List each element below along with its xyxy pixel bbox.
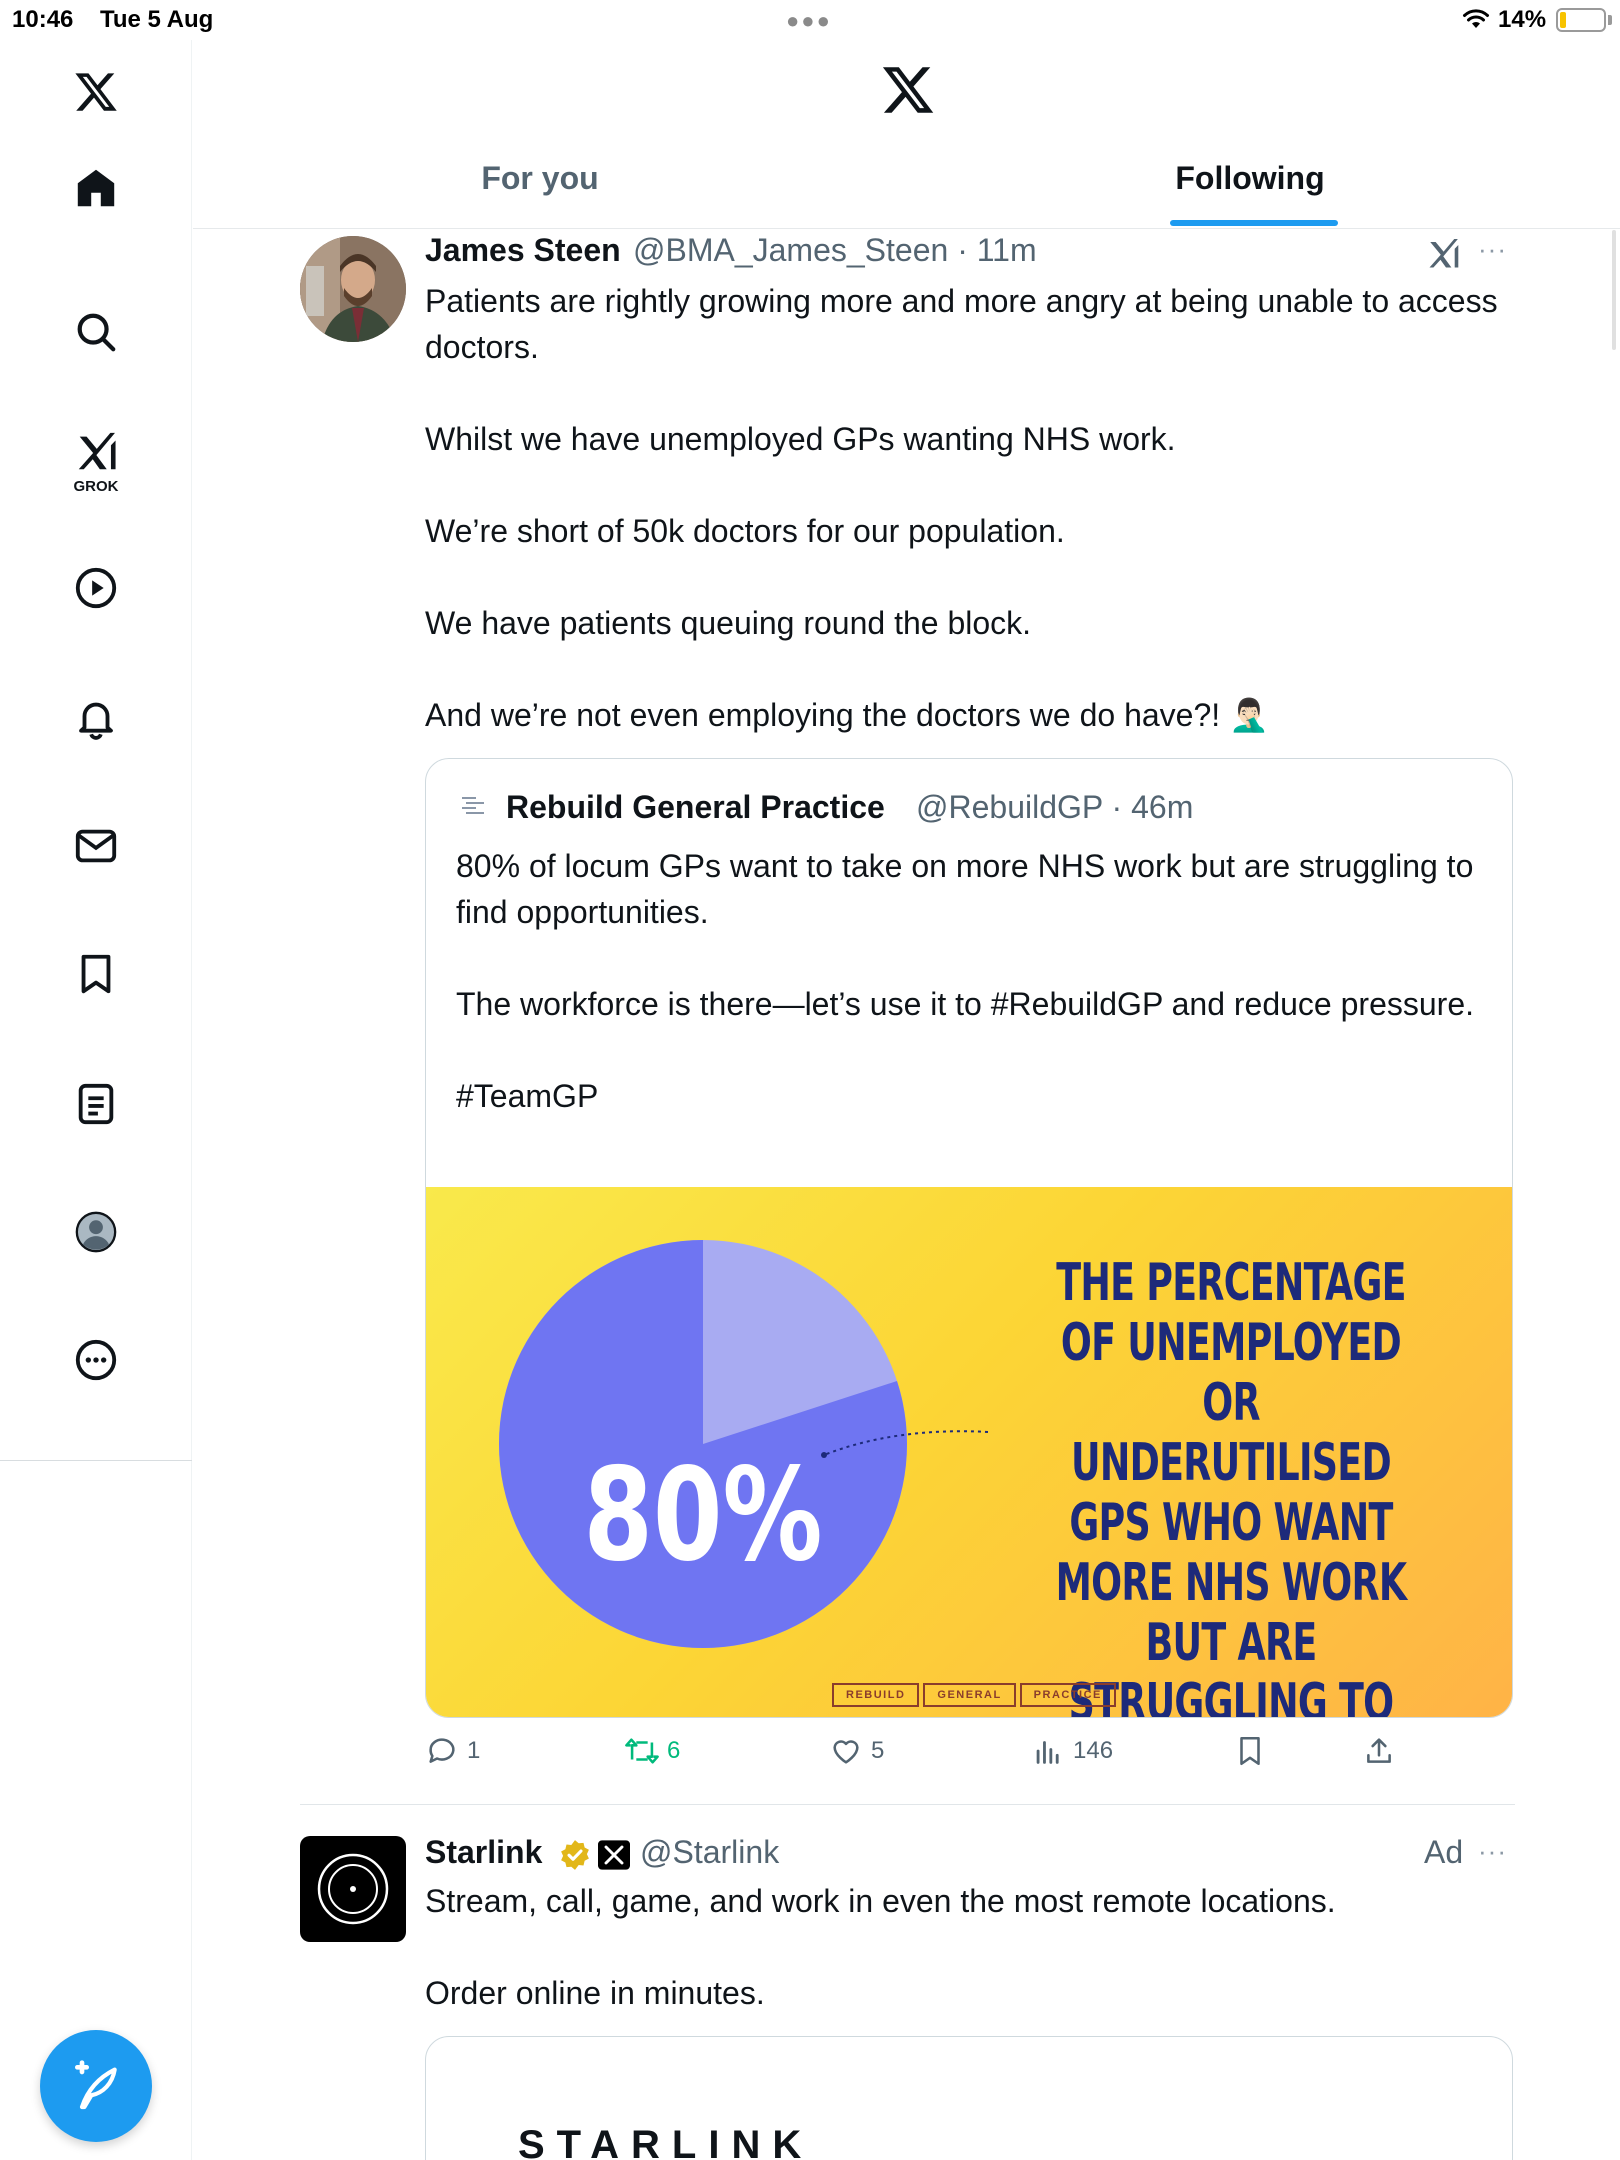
tweet-author-avatar[interactable]	[300, 236, 406, 342]
sidebar-divider	[0, 1460, 192, 1461]
more-icon[interactable]	[66, 1330, 126, 1390]
like-icon	[833, 1740, 859, 1764]
affiliate-badge-icon[interactable]	[598, 1840, 630, 1870]
view-count: 146	[1073, 1737, 1114, 1764]
tweet-more-icon[interactable]: ···	[1478, 234, 1507, 265]
views-icon	[1036, 1741, 1059, 1764]
tweet-author-name[interactable]: James Steen	[425, 232, 621, 269]
grok-label: GROK	[73, 478, 119, 495]
reply-count: 1	[467, 1737, 481, 1764]
ad-media-card[interactable]: STARLINK	[425, 2036, 1513, 2160]
battery-level	[1560, 12, 1566, 28]
active-tab-indicator	[1170, 220, 1338, 226]
multitasking-dots-icon[interactable]: ●●●	[786, 8, 832, 34]
wifi-icon	[1463, 9, 1489, 28]
reply-icon	[429, 1738, 455, 1763]
status-bar: 10:46 Tue 5 Aug ●●● 14%	[0, 0, 1620, 40]
status-date: Tue 5 Aug	[100, 6, 214, 33]
bookmark-icon	[1240, 1736, 1260, 1766]
rebuild-general-practice-logo: REBUILD GENERAL PRACTICE	[832, 1683, 1116, 1707]
compose-post-button[interactable]	[40, 2030, 152, 2142]
search-icon[interactable]	[66, 302, 126, 362]
status-time: 10:46	[12, 6, 74, 33]
ad-card-logo-text: STARLINK	[518, 2123, 814, 2160]
lists-icon[interactable]	[66, 1074, 126, 1134]
ad-author-name[interactable]: Starlink	[425, 1834, 542, 1871]
header-divider	[193, 228, 1620, 229]
tab-for-you[interactable]: For you	[390, 160, 690, 197]
like-button[interactable]: 5	[829, 1734, 884, 1768]
messages-icon[interactable]	[66, 816, 126, 876]
quote-media-image[interactable]: 80% THE PERCENTAGE OF UNEMPLOYED OR UNDE…	[426, 1187, 1512, 1718]
tweet-actions: 1 6 5 146	[425, 1734, 1515, 1784]
tab-following[interactable]: Following	[1100, 160, 1400, 197]
ad-label: Ad	[1424, 1834, 1464, 1870]
quote-text: 80% of locum GPs want to take on more NH…	[456, 848, 1474, 1114]
verified-gold-badge-icon[interactable]	[558, 1838, 592, 1872]
share-icon	[1367, 1738, 1391, 1763]
ad-text: Stream, call, game, and work in even the…	[425, 1883, 1336, 2011]
battery-icon	[1556, 8, 1606, 32]
profile-avatar-icon[interactable]	[66, 1202, 126, 1262]
tweet-divider	[300, 1804, 1515, 1805]
video-icon[interactable]	[66, 558, 126, 618]
tweet-handle-time[interactable]: @BMA_James_Steen · 11m	[633, 232, 1037, 269]
x-header-logo-icon[interactable]	[880, 62, 936, 118]
notifications-icon[interactable]	[66, 688, 126, 748]
ad-handle[interactable]: @Starlink	[640, 1834, 779, 1871]
quote-author-name: Rebuild General Practice	[506, 789, 885, 825]
home-icon[interactable]	[66, 158, 126, 218]
scrollbar[interactable]	[1612, 230, 1616, 350]
battery-percentage: 14%	[1498, 6, 1547, 33]
logo-word: GENERAL	[923, 1683, 1016, 1707]
starlink-logo-icon	[317, 1853, 389, 1925]
tweet-text: Patients are rightly growing more and mo…	[425, 283, 1498, 733]
logo-word: REBUILD	[832, 1683, 920, 1707]
views-button[interactable]: 146	[1031, 1734, 1113, 1768]
repost-button[interactable]: 6	[625, 1734, 680, 1768]
compose-feather-icon	[75, 2060, 117, 2110]
quote-handle-time: @RebuildGP · 46m	[916, 789, 1194, 825]
battery-cap	[1608, 15, 1612, 25]
grok-explain-icon[interactable]	[1424, 236, 1462, 272]
sidebar: GROK	[0, 40, 192, 2160]
rebuild-gp-logo-icon	[458, 793, 488, 819]
share-button[interactable]	[1362, 1734, 1396, 1768]
starlink-avatar[interactable]	[300, 1836, 406, 1942]
ad-more-icon[interactable]: ···	[1478, 1836, 1507, 1867]
x-logo-icon[interactable]	[66, 62, 126, 122]
repost-icon	[625, 1738, 659, 1764]
repost-count: 6	[667, 1737, 681, 1764]
logo-word: PRACTICE	[1019, 1683, 1116, 1707]
bookmarks-icon[interactable]	[66, 944, 126, 1004]
bookmark-button[interactable]	[1233, 1734, 1267, 1768]
grok-icon[interactable]	[66, 422, 126, 482]
reply-button[interactable]: 1	[425, 1734, 480, 1768]
pie-percent-label: 80%	[584, 1441, 823, 1590]
like-count: 5	[871, 1737, 885, 1764]
quoted-tweet[interactable]: Rebuild General Practice @RebuildGP · 46…	[425, 758, 1513, 1718]
graphic-caption: THE PERCENTAGE OF UNEMPLOYED OR UNDERUTI…	[1055, 1253, 1407, 1718]
